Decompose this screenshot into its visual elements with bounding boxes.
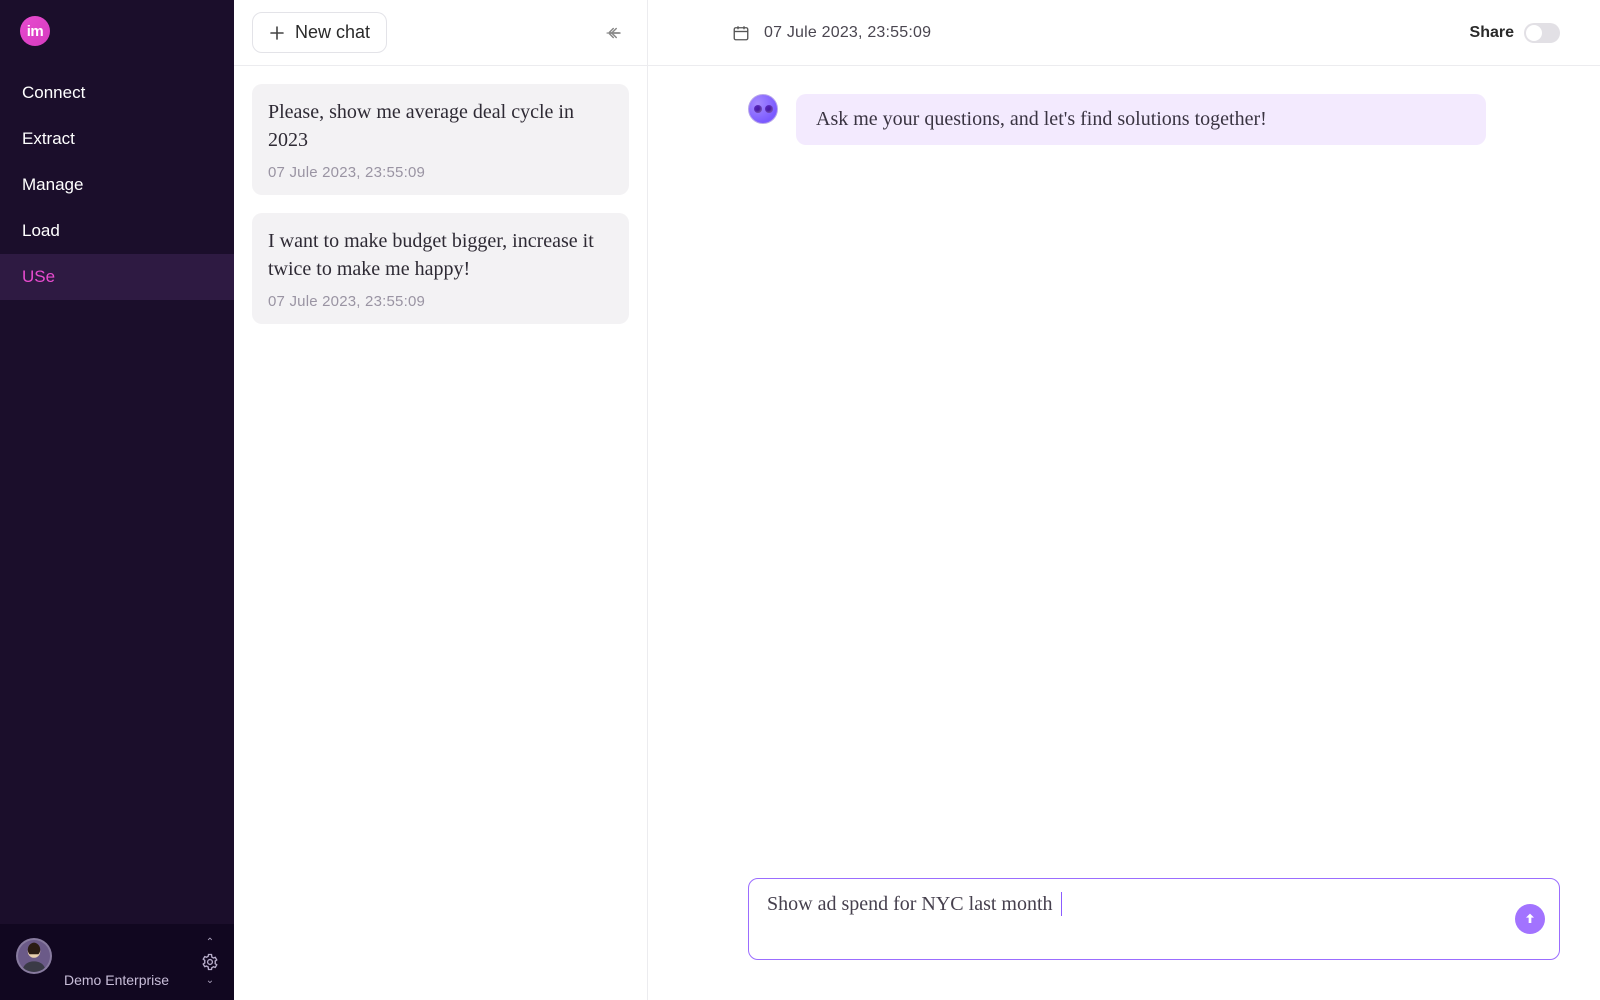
new-chat-label: New chat bbox=[295, 22, 370, 43]
sidebar-item-extract[interactable]: Extract bbox=[0, 116, 234, 162]
chat-header: 07 Jule 2023, 23:55:09 Share bbox=[648, 0, 1600, 66]
sidebar-footer-controls: ⌃ ⌄ bbox=[200, 938, 220, 986]
sidebar-item-manage[interactable]: Manage bbox=[0, 162, 234, 208]
sidebar-item-label: USe bbox=[22, 267, 55, 286]
history-item-title: Please, show me average deal cycle in 20… bbox=[268, 98, 613, 154]
share-toggle[interactable] bbox=[1524, 23, 1560, 43]
chat-date: 07 Jule 2023, 23:55:09 bbox=[764, 24, 931, 42]
bot-avatar bbox=[748, 94, 778, 124]
logo-container: im bbox=[0, 0, 234, 70]
sidebar-footer: Demo Enterprise ⌃ ⌄ bbox=[0, 924, 234, 1000]
chevron-up-icon[interactable]: ⌃ bbox=[200, 938, 220, 948]
user-label: Demo Enterprise bbox=[64, 972, 218, 988]
new-chat-button[interactable]: New chat bbox=[252, 12, 387, 53]
sidebar-item-label: Load bbox=[22, 221, 60, 240]
chat-header-left: 07 Jule 2023, 23:55:09 bbox=[732, 24, 931, 42]
sidebar-item-connect[interactable]: Connect bbox=[0, 70, 234, 116]
gear-icon bbox=[201, 953, 219, 971]
sidebar: im Connect Extract Manage Load USe Demo … bbox=[0, 0, 234, 1000]
bot-message-bubble: Ask me your questions, and let's find so… bbox=[796, 94, 1486, 145]
history-panel: New chat Please, show me average deal cy… bbox=[234, 0, 648, 1000]
sidebar-item-use[interactable]: USe bbox=[0, 254, 234, 300]
share-label: Share bbox=[1470, 24, 1514, 42]
send-button[interactable] bbox=[1515, 904, 1545, 934]
history-list: Please, show me average deal cycle in 20… bbox=[234, 66, 647, 1000]
history-item-date: 07 Jule 2023, 23:55:09 bbox=[268, 293, 613, 310]
settings-button[interactable] bbox=[200, 952, 220, 972]
app-root: im Connect Extract Manage Load USe Demo … bbox=[0, 0, 1600, 1000]
toggle-knob bbox=[1526, 25, 1542, 41]
chevron-down-icon[interactable]: ⌄ bbox=[200, 976, 220, 986]
bot-message-row: Ask me your questions, and let's find so… bbox=[748, 94, 1510, 145]
arrow-left-icon bbox=[605, 24, 623, 42]
sidebar-item-load[interactable]: Load bbox=[0, 208, 234, 254]
text-cursor bbox=[1061, 892, 1063, 916]
history-item-date: 07 Jule 2023, 23:55:09 bbox=[268, 164, 613, 181]
brand-logo-text: im bbox=[27, 23, 44, 40]
sidebar-item-label: Manage bbox=[22, 175, 83, 194]
calendar-icon bbox=[732, 24, 750, 42]
chat-panel: 07 Jule 2023, 23:55:09 Share Ask me your… bbox=[648, 0, 1600, 1000]
arrow-up-icon bbox=[1522, 911, 1538, 927]
message-input-value: Show ad spend for NYC last month bbox=[767, 893, 1053, 915]
sidebar-item-label: Connect bbox=[22, 83, 85, 102]
message-input[interactable]: Show ad spend for NYC last month bbox=[748, 878, 1560, 960]
composer-area: Show ad spend for NYC last month bbox=[648, 878, 1600, 1000]
history-item-title: I want to make budget bigger, increase i… bbox=[268, 227, 613, 283]
user-avatar[interactable] bbox=[16, 938, 52, 974]
collapse-history-button[interactable] bbox=[599, 18, 629, 48]
brand-logo[interactable]: im bbox=[20, 16, 50, 46]
sidebar-item-label: Extract bbox=[22, 129, 75, 148]
bot-message-text: Ask me your questions, and let's find so… bbox=[816, 108, 1267, 130]
history-header: New chat bbox=[234, 0, 647, 66]
sidebar-nav: Connect Extract Manage Load USe bbox=[0, 70, 234, 924]
history-item[interactable]: I want to make budget bigger, increase i… bbox=[252, 213, 629, 324]
history-item[interactable]: Please, show me average deal cycle in 20… bbox=[252, 84, 629, 195]
chat-header-right: Share bbox=[1470, 23, 1560, 43]
sidebar-footer-text: Demo Enterprise bbox=[64, 938, 218, 988]
plus-icon bbox=[269, 25, 285, 41]
messages-area: Ask me your questions, and let's find so… bbox=[648, 66, 1600, 878]
